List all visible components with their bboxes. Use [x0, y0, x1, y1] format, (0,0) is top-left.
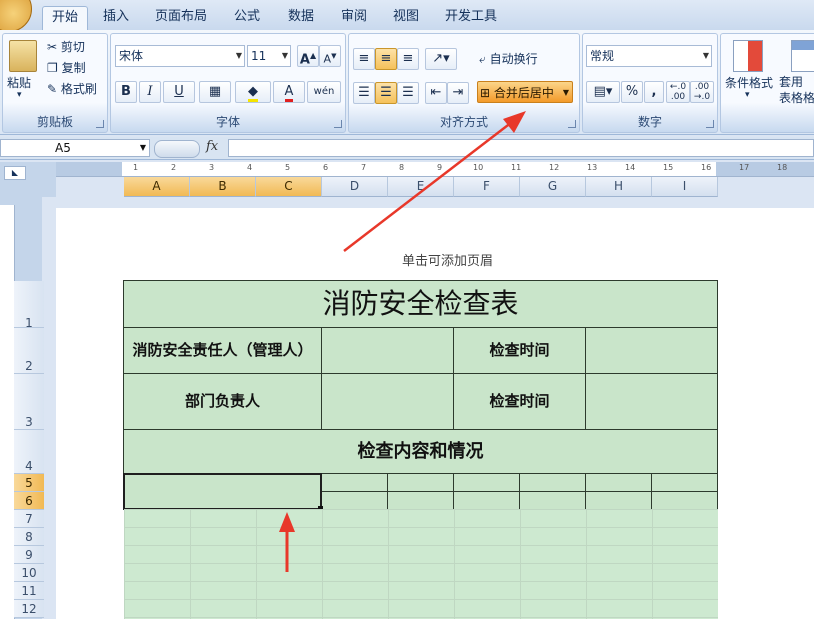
annotation-arrows [279, 111, 526, 572]
arrow-head-icon [503, 111, 526, 133]
arrow-to-merge-button [343, 121, 513, 252]
arrow-head-icon [279, 512, 295, 532]
